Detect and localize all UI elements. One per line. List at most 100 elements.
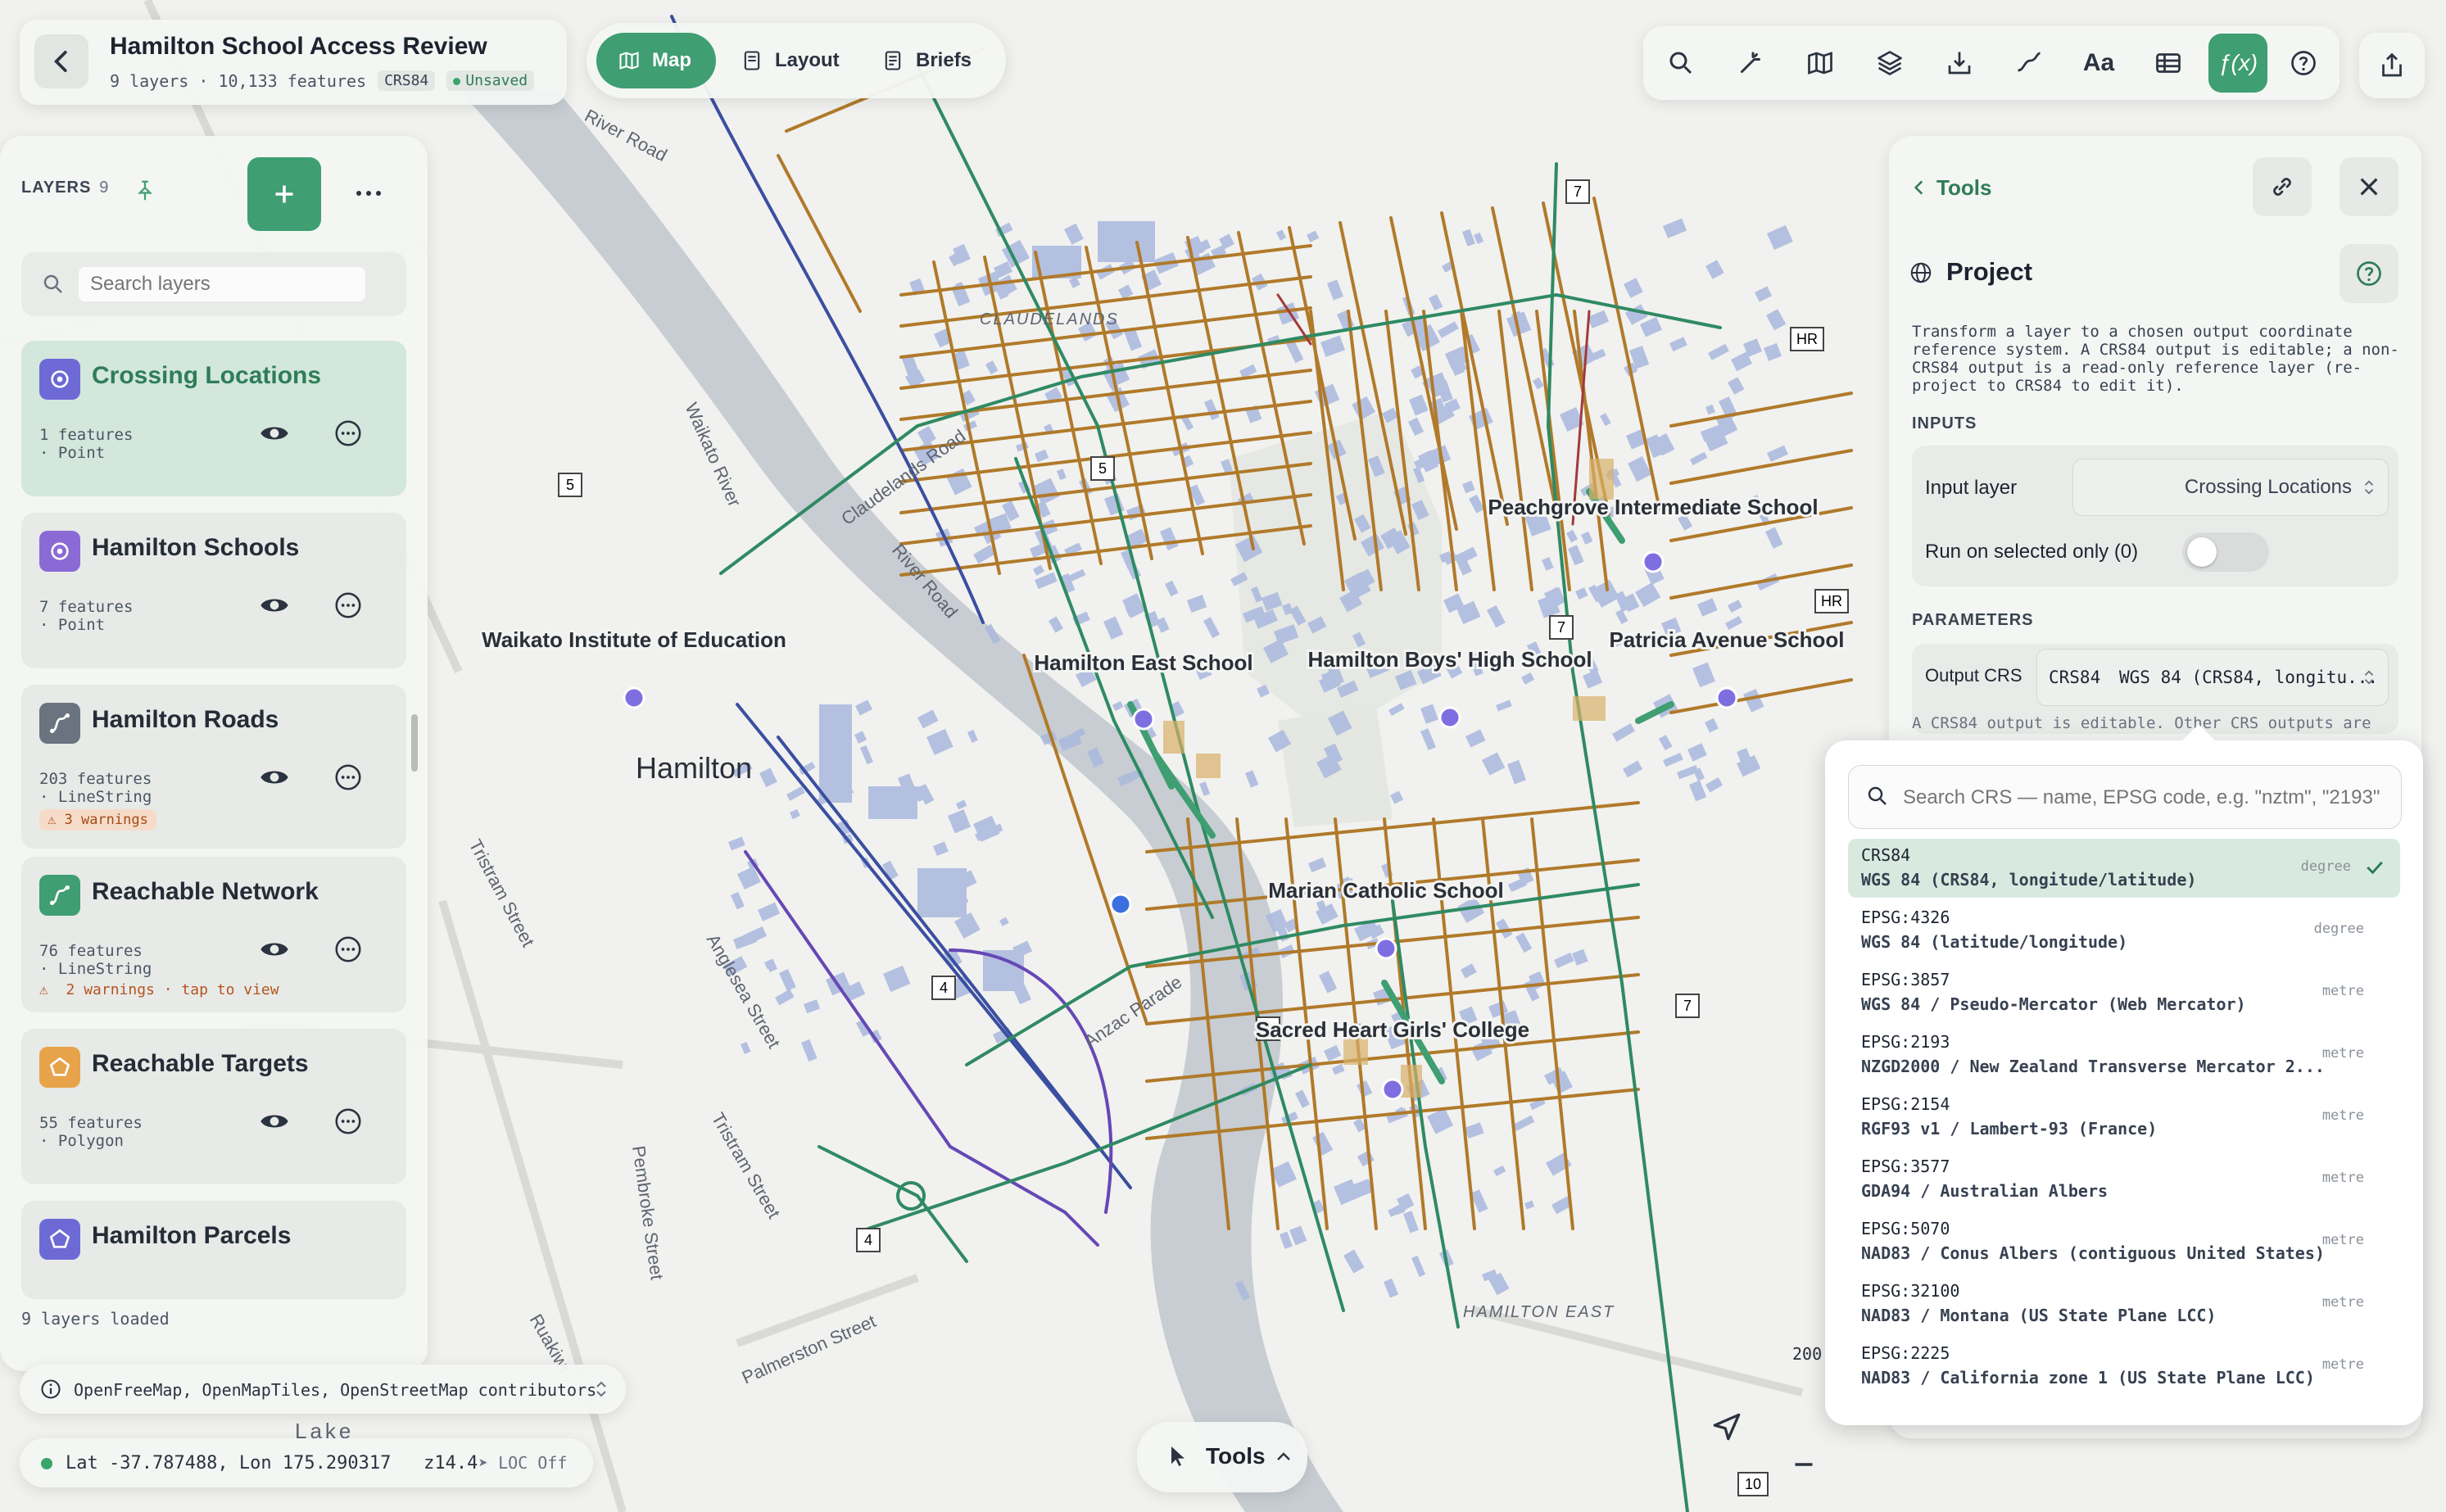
school-label: Sacred Heart Girls' College — [1256, 1017, 1529, 1042]
polygon-layer-icon — [49, 1229, 70, 1248]
back-button[interactable] — [34, 34, 88, 88]
toggle-visibility-button[interactable] — [247, 1094, 301, 1148]
crs-code: EPSG:32100 — [1861, 1281, 1960, 1301]
layer-options-button[interactable] — [321, 922, 375, 976]
layer-name: Reachable Network — [92, 878, 319, 905]
crs-search-input[interactable] — [1901, 781, 2388, 815]
copy-link-button[interactable] — [2253, 157, 2312, 216]
search-button[interactable] — [1651, 34, 1710, 93]
attribution-bar[interactable]: OpenFreeMap, OpenMapTiles, OpenStreetMap… — [20, 1365, 626, 1414]
school-label: Marian Catholic School — [1268, 878, 1504, 903]
output-crs-label: Output CRS — [1925, 665, 2022, 686]
crs-option[interactable]: EPSG:2225 NAD83 / California zone 1 (US S… — [1848, 1337, 2400, 1396]
layer-card[interactable]: Hamilton Schools 7 features · Point — [21, 513, 406, 668]
crs-option[interactable]: EPSG:3857 WGS 84 / Pseudo-Mercator (Web M… — [1848, 963, 2400, 1022]
chevron-updown-icon — [2364, 480, 2374, 495]
svg-text:10: 10 — [1745, 1476, 1761, 1492]
tool-name: Project — [1946, 257, 2033, 286]
crs-name: WGS 84 (CRS84, longitude/latitude) — [1861, 870, 2197, 890]
crs-option[interactable]: EPSG:4326 WGS 84 (latitude/longitude) degr… — [1848, 901, 2400, 960]
warning-badge[interactable]: ⚠ 3 warnings — [39, 809, 156, 831]
layer-options-button[interactable] — [321, 406, 375, 460]
crs-option[interactable]: CRS84 WGS 84 (CRS84, longitude/latitude) d… — [1848, 839, 2400, 898]
layers-more-button[interactable] — [344, 169, 393, 218]
layer-card[interactable]: Reachable Targets 55 features · Polygon — [21, 1029, 406, 1184]
crs-option[interactable]: EPSG:5070 NAD83 / Conus Albers (contiguou… — [1848, 1212, 2400, 1271]
pin-icon[interactable] — [133, 179, 157, 203]
cursor-coordinates: Lat -37.787488, Lon 175.290317 — [66, 1453, 392, 1474]
tab-briefs[interactable]: Briefs — [881, 33, 996, 88]
share-button[interactable] — [2359, 33, 2425, 98]
school-label: Hamilton East School — [1034, 650, 1252, 675]
output-crs-select[interactable]: CRS84 WGS 84 (CRS84, longitu... — [2036, 649, 2389, 706]
layer-type-icon — [39, 531, 80, 572]
svg-text:HR: HR — [1821, 593, 1842, 609]
function-button[interactable]: ƒ(x) — [2208, 34, 2267, 93]
search-icon — [43, 274, 62, 293]
globe-icon — [1910, 262, 1932, 283]
draw-button[interactable] — [2000, 34, 2059, 93]
layer-card[interactable]: Hamilton Roads 203 features · LineString ⚠… — [21, 685, 406, 849]
zoom-level: z14.4 — [424, 1453, 478, 1474]
tab-map[interactable]: Map — [596, 33, 716, 88]
chevron-updown-icon — [596, 1381, 606, 1397]
draw-line-icon — [2018, 52, 2041, 72]
eye-icon — [260, 427, 288, 440]
crs-option[interactable]: EPSG:3577 GDA94 / Australian Albers metre — [1848, 1150, 2400, 1209]
layer-card[interactable]: Hamilton Parcels — [21, 1201, 406, 1299]
layer-options-button[interactable] — [321, 1094, 375, 1148]
crs-unit: metre — [2321, 1294, 2364, 1311]
toggle-visibility-button[interactable] — [247, 922, 301, 976]
navigate-button[interactable] — [1709, 1409, 1745, 1449]
add-layer-button[interactable] — [247, 157, 321, 231]
tools-menu-button[interactable]: Tools — [1137, 1422, 1307, 1492]
output-crs-hint: A CRS84 output is editable. Other CRS ou… — [1912, 714, 2371, 732]
layer-search-input[interactable] — [79, 267, 365, 301]
help-icon — [2357, 261, 2381, 286]
import-icon — [1948, 52, 1971, 75]
input-layer-select[interactable]: Crossing Locations — [2072, 459, 2389, 516]
crs-name: NAD83 / Montana (US State Plane LCC) — [1861, 1306, 2217, 1325]
layer-name: Hamilton Parcels — [92, 1222, 292, 1249]
location-toggle[interactable]: ➤ LOC Off — [478, 1453, 567, 1473]
layer-meta: 55 features · Polygon — [39, 1114, 143, 1150]
svg-text:5: 5 — [1098, 460, 1107, 477]
magic-button[interactable] — [1721, 34, 1780, 93]
point-layer-icon — [51, 542, 69, 560]
close-panel-button[interactable] — [2340, 157, 2398, 216]
zoom-out-button[interactable] — [1789, 1450, 1819, 1483]
basemap-button[interactable] — [1791, 34, 1850, 93]
chevron-left-icon[interactable] — [1909, 177, 1930, 198]
crs-code: EPSG:3577 — [1861, 1157, 1950, 1176]
tool-help-button[interactable] — [2340, 244, 2398, 303]
import-button[interactable] — [1930, 34, 1989, 93]
share-icon — [2382, 52, 2402, 77]
layers-scrollbar[interactable] — [411, 714, 418, 772]
run-selected-toggle[interactable] — [2182, 532, 2269, 572]
crs-option[interactable]: EPSG:2154 RGF93 v1 / Lambert-93 (France) m… — [1848, 1088, 2400, 1147]
text-button[interactable]: Aa — [2069, 34, 2128, 93]
toggle-visibility-button[interactable] — [247, 578, 301, 632]
crs-unit: metre — [2321, 1232, 2364, 1248]
layer-options-button[interactable] — [321, 578, 375, 632]
search-icon — [1868, 786, 1887, 805]
school-point — [1642, 550, 1665, 573]
layer-card[interactable]: Crossing Locations 1 features · Point — [21, 341, 406, 496]
layer-card[interactable]: Reachable Network 76 features · LineStrin… — [21, 857, 406, 1012]
navigation-arrow-icon — [1713, 1413, 1741, 1441]
city-label: Hamilton — [636, 751, 752, 785]
layer-options-button[interactable] — [321, 750, 375, 804]
crs-option[interactable]: EPSG:32100 NAD83 / Montana (US State Plan… — [1848, 1274, 2400, 1333]
toggle-visibility-button[interactable] — [247, 750, 301, 804]
warning-link[interactable]: ⚠ 2 warnings · tap to view — [39, 981, 279, 998]
layer-meta: 76 features · LineString — [39, 942, 152, 978]
toggle-visibility-button[interactable] — [247, 406, 301, 460]
table-button[interactable] — [2139, 34, 2198, 93]
crs-option[interactable]: EPSG:2193 NZGD2000 / New Zealand Transver… — [1848, 1025, 2400, 1084]
help-button[interactable] — [2274, 34, 2333, 93]
layers-button[interactable] — [1860, 34, 1919, 93]
layer-name: Reachable Targets — [92, 1050, 309, 1077]
tab-layout[interactable]: Layout — [741, 33, 863, 88]
svg-text:4: 4 — [864, 1232, 872, 1248]
close-icon — [2360, 178, 2378, 196]
